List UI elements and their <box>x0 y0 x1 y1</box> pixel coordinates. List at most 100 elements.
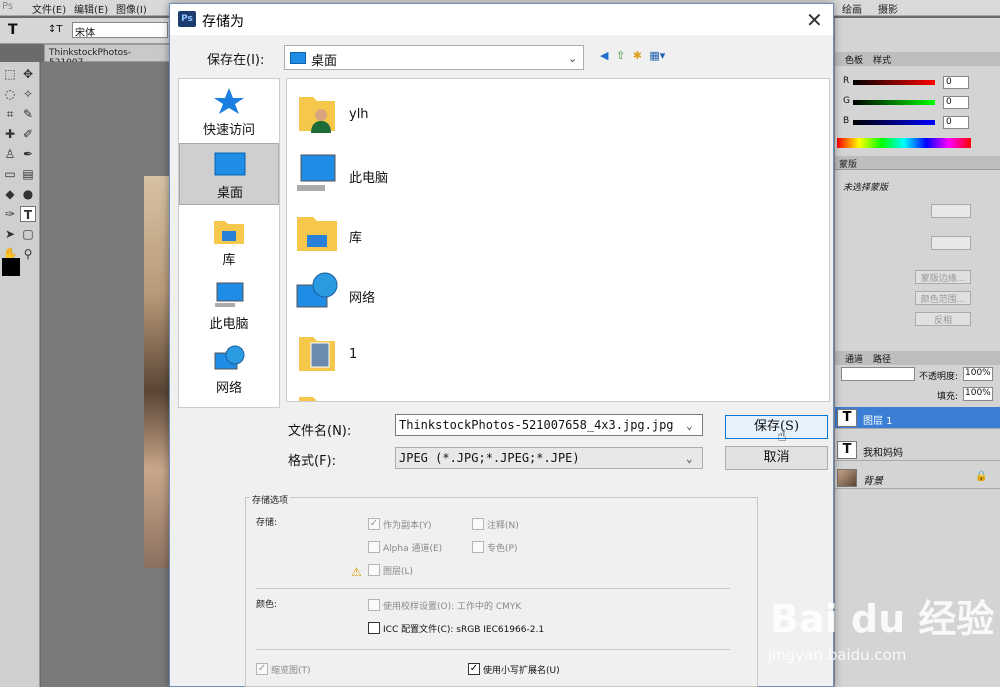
font-family-field[interactable]: 宋体 <box>72 22 168 39</box>
file-list: ylh 此电脑 库 网络 1 ⌃ ⌄ <box>286 78 830 402</box>
blend-mode-select[interactable] <box>841 367 915 381</box>
tab-swatches[interactable]: 色板 <box>845 53 863 66</box>
file-item-network[interactable]: 网络 <box>293 265 713 323</box>
format-label: 格式(F): <box>288 454 337 469</box>
fill-field[interactable]: 100% <box>963 387 993 401</box>
opacity-label: 不透明度: <box>919 372 959 382</box>
file-item-1[interactable]: 1 <box>293 325 713 383</box>
text-orient-icon[interactable]: ↕T <box>48 24 63 35</box>
checkmark-icon: ✓ <box>468 663 480 675</box>
cancel-button[interactable]: 取消 <box>725 446 828 470</box>
place-desktop[interactable]: 桌面 <box>179 143 279 205</box>
place-quick-access[interactable]: 快速访问 <box>179 81 279 143</box>
back-icon[interactable]: ◀ <box>600 49 608 62</box>
text-layer-icon: T <box>837 409 857 427</box>
gradient-tool-icon[interactable]: ▤ <box>20 166 36 182</box>
photoshop-app-icon: Ps <box>178 11 196 27</box>
foreground-color-swatch[interactable] <box>2 258 20 276</box>
brush-tool-icon[interactable]: ✐ <box>20 126 36 142</box>
place-this-pc[interactable]: 此电脑 <box>179 275 279 337</box>
save-as-dialog: Ps 存储为 ✕ 保存在(I): 桌面 ⌄ ◀ ⇧ ✱ ▦▾ 快速访问 桌面 库… <box>169 3 834 687</box>
canvas-photo <box>144 176 170 568</box>
mask-panel-tab[interactable]: 蒙版 <box>835 156 1000 170</box>
magic-wand-icon[interactable]: ✧ <box>20 86 36 102</box>
lasso-tool-icon[interactable]: ◌ <box>2 86 18 102</box>
filename-label: 文件名(N): <box>288 424 352 439</box>
file-item-ylh[interactable]: ylh <box>293 85 713 143</box>
save-in-combobox[interactable]: 桌面 ⌄ <box>284 45 584 70</box>
eraser-tool-icon[interactable]: ▭ <box>2 166 18 182</box>
layer-row[interactable]: 背景 🔒 <box>835 467 1000 489</box>
green-value[interactable]: 0 <box>943 96 969 109</box>
new-folder-icon[interactable]: ✱ <box>633 49 642 62</box>
save-in-label: 保存在(I): <box>207 53 265 68</box>
blur-tool-icon[interactable]: ◆ <box>2 186 18 202</box>
nav-toolbar: ◀ ⇧ ✱ ▦▾ <box>600 49 669 65</box>
place-network[interactable]: 网络 <box>179 339 279 401</box>
menu-edit[interactable]: 编辑(E) <box>74 1 108 16</box>
places-bar: 快速访问 桌面 库 此电脑 网络 <box>178 78 280 408</box>
path-select-icon[interactable]: ➤ <box>2 226 18 242</box>
density-field[interactable] <box>931 204 971 218</box>
up-folder-icon[interactable]: ⇧ <box>616 49 625 62</box>
close-icon[interactable]: ✕ <box>806 8 823 32</box>
menu-file[interactable]: 文件(E) <box>32 1 66 16</box>
tab-styles[interactable]: 样式 <box>873 53 891 66</box>
menu-paint[interactable]: 绘画 <box>842 1 862 16</box>
network-icon <box>296 272 338 308</box>
file-item-folder[interactable] <box>293 385 713 401</box>
checkmark-icon: ✓ <box>368 518 380 530</box>
chevron-down-icon[interactable]: ⌄ <box>686 452 693 465</box>
pen-tool-icon[interactable]: ✑ <box>2 206 18 222</box>
file-item-this-pc[interactable]: 此电脑 <box>293 145 713 203</box>
ps-options-bar: T ↕T 宋体 <box>0 18 170 44</box>
format-select[interactable]: JPEG (*.JPG;*.JPEG;*.JPE) ⌄ <box>395 447 703 469</box>
mask-edge-button[interactable]: 蒙版边缘... <box>915 270 971 284</box>
move-tool-icon[interactable]: ✥ <box>20 66 36 82</box>
mask-panel-title: 未选择蒙版 <box>843 183 889 193</box>
document-tab[interactable]: ThinkstockPhotos-521007... <box>44 44 170 68</box>
color-label: 颜色: <box>256 600 278 610</box>
crop-tool-icon[interactable]: ⌗ <box>2 106 18 122</box>
history-brush-icon[interactable]: ✒ <box>20 146 36 162</box>
menu-photo[interactable]: 摄影 <box>878 1 898 16</box>
invert-button[interactable]: 反相 <box>915 312 971 326</box>
star-icon <box>214 88 244 114</box>
marquee-tool-icon[interactable]: ⬚ <box>2 66 18 82</box>
place-library[interactable]: 库 <box>179 211 279 273</box>
color-panel-tabs: 色板 样式 <box>835 52 1000 66</box>
dialog-titlebar[interactable]: Ps 存储为 ✕ <box>170 4 833 35</box>
stamp-tool-icon[interactable]: ♙ <box>2 146 18 162</box>
eyedropper-icon[interactable]: ✎ <box>20 106 36 122</box>
zoom-tool-icon[interactable]: ⚲ <box>20 246 36 262</box>
filename-value: ThinkstockPhotos-521007658_4x3.jpg.jpg <box>399 418 674 432</box>
filename-input[interactable]: ThinkstockPhotos-521007658_4x3.jpg.jpg ⌄ <box>395 414 703 436</box>
photo-folder-icon <box>299 337 335 371</box>
save-in-value: 桌面 <box>311 54 338 69</box>
tab-channels[interactable]: 通道 <box>845 352 863 365</box>
color-range-button[interactable]: 颜色范围... <box>915 291 971 305</box>
options-divider <box>256 588 730 589</box>
menu-image[interactable]: 图像(I) <box>116 1 147 16</box>
layers-panel-tabs: 通道 路径 <box>835 351 1000 365</box>
tab-paths[interactable]: 路径 <box>873 352 891 365</box>
layer-row-selected[interactable]: T 图层 1 <box>835 407 1000 429</box>
opacity-field[interactable]: 100% <box>963 367 993 381</box>
type-tool-icon[interactable]: T <box>8 22 18 38</box>
color-spectrum-bar[interactable] <box>837 138 971 148</box>
text-tool-icon[interactable]: T <box>20 206 36 222</box>
red-value[interactable]: 0 <box>943 76 969 89</box>
view-menu-icon[interactable]: ▦▾ <box>649 49 665 62</box>
feather-field[interactable] <box>931 236 971 250</box>
computer-icon <box>297 154 336 191</box>
shape-tool-icon[interactable]: ▢ <box>20 226 36 242</box>
file-item-library[interactable]: 库 <box>293 205 713 263</box>
chevron-down-icon[interactable]: ⌄ <box>686 419 693 432</box>
ps-toolbox: ⬚ ✥ ◌ ✧ ⌗ ✎ ✚ ✐ ♙ ✒ ▭ ▤ ◆ ● ✑ T ➤ ▢ ✋ ⚲ <box>0 62 40 687</box>
dodge-tool-icon[interactable]: ● <box>20 186 36 202</box>
healing-tool-icon[interactable]: ✚ <box>2 126 18 142</box>
lock-icon: 🔒 <box>975 471 988 482</box>
layer-row[interactable]: T 我和妈妈 <box>835 439 1000 461</box>
options-divider <box>256 649 730 650</box>
blue-value[interactable]: 0 <box>943 116 969 129</box>
